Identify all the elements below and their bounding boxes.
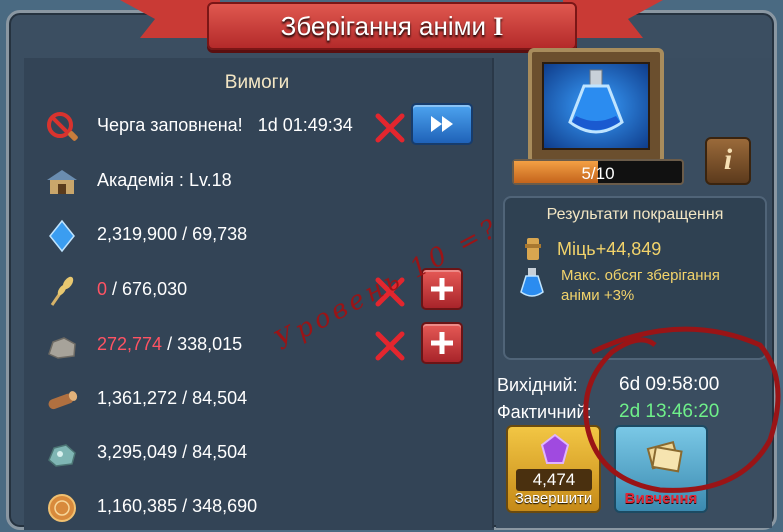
annotation-circle (583, 326, 781, 493)
